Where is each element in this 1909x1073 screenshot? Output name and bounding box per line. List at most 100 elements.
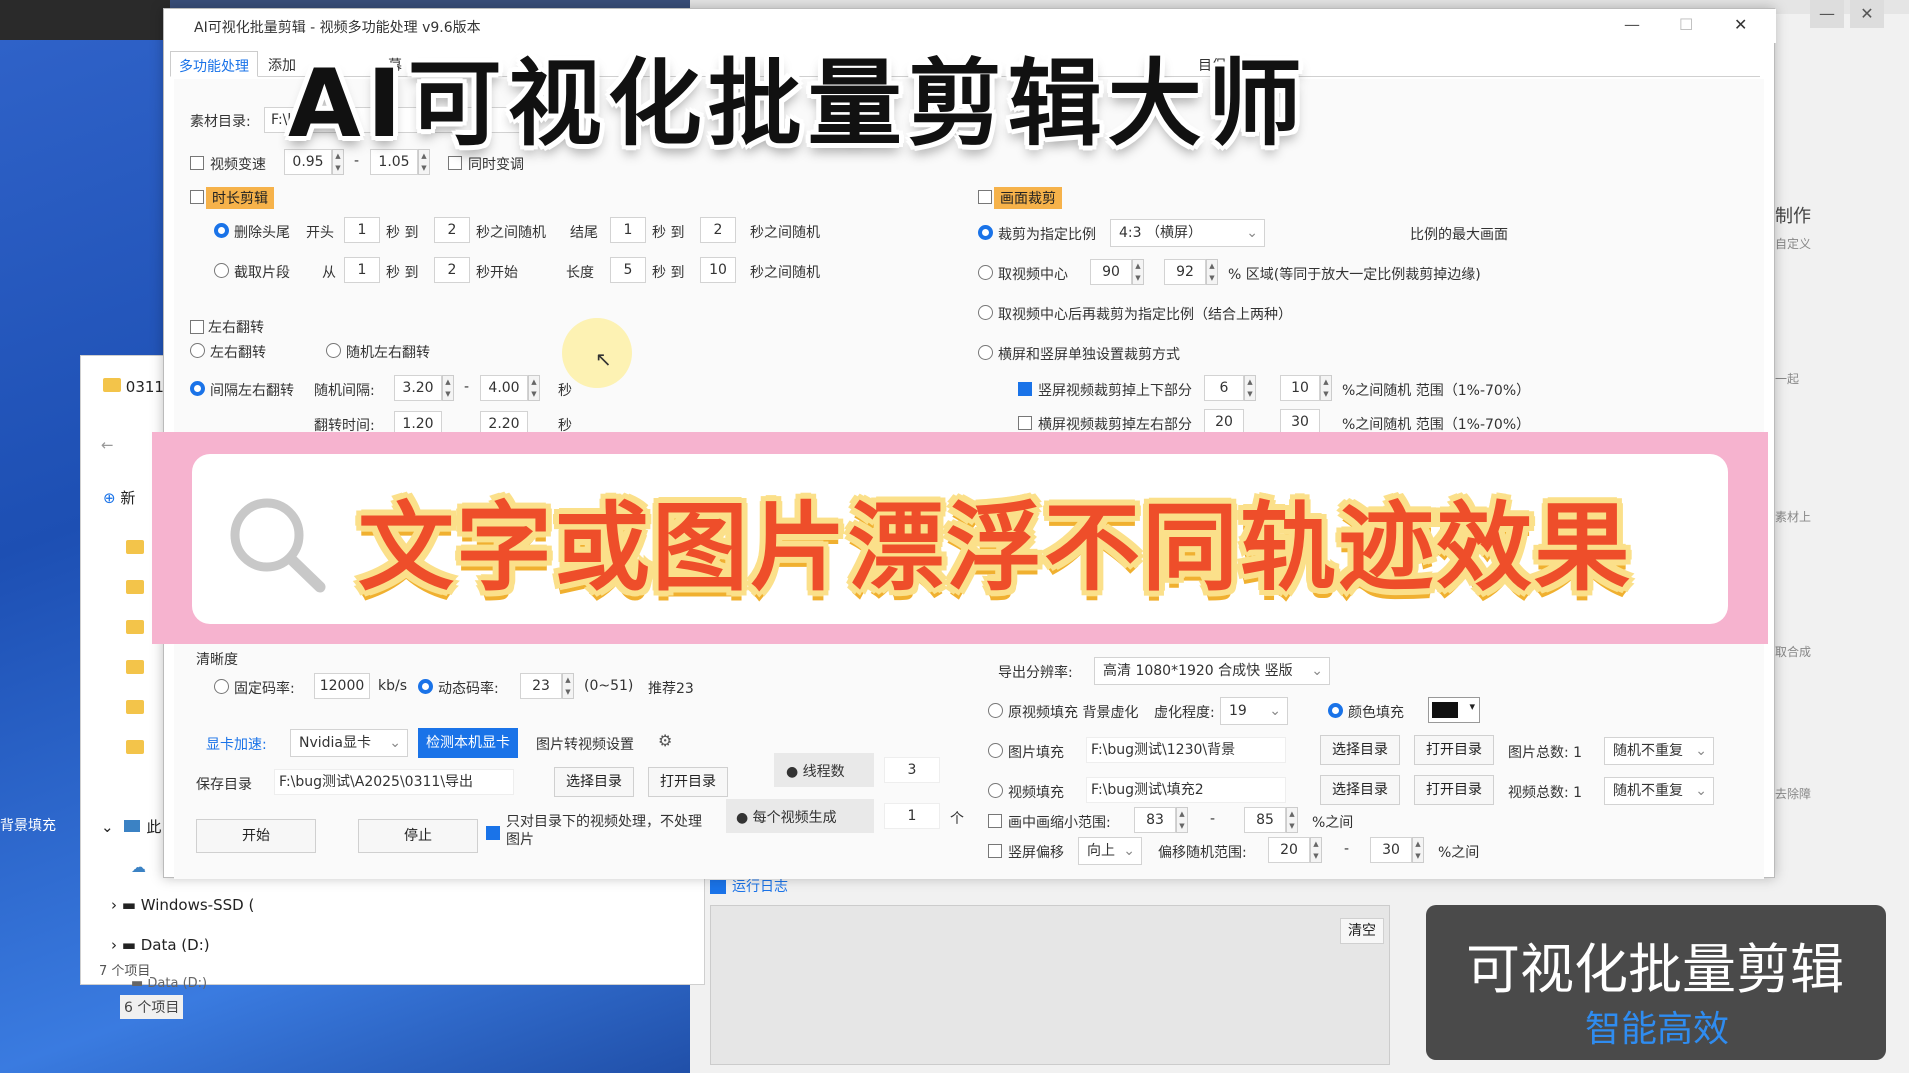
explorer-current-folder[interactable]: 0311 [103, 378, 164, 396]
head-min-input[interactable]: 1 [344, 217, 380, 243]
vertical-crop-checkbox[interactable] [1018, 381, 1032, 400]
image-fill-path[interactable]: F:\bug测试\1230\背景 [1086, 737, 1286, 763]
maximize-button[interactable]: ☐ [1679, 15, 1693, 34]
offset-checkbox[interactable] [988, 843, 1002, 862]
export-res-select[interactable]: 高清 1080*1920 合成快 竖版 ⌄ [1094, 657, 1330, 685]
close-button[interactable]: ✕ [1734, 15, 1747, 34]
vertical-min-spinner[interactable]: ▲ ▼ [1244, 375, 1256, 401]
offset-min-input[interactable]: 20 [1268, 837, 1310, 863]
video-fill-path[interactable]: F:\bug测试\填充2 [1086, 777, 1286, 803]
vertical-min-input[interactable]: 6 [1204, 375, 1244, 401]
offset-max-input[interactable]: 30 [1370, 837, 1412, 863]
minimize-button[interactable]: — [1624, 15, 1640, 34]
gear-icon[interactable]: ⚙ [658, 731, 672, 750]
folder-icon[interactable] [126, 579, 144, 598]
len-max-input[interactable]: 10 [700, 257, 736, 283]
crf-input[interactable]: 23 [520, 673, 562, 699]
pip-max-input[interactable]: 85 [1244, 807, 1286, 833]
dynamic-bitrate-radio[interactable] [418, 679, 433, 698]
stop-button[interactable]: 停止 [358, 819, 478, 853]
blur-level-select[interactable]: 19 ⌄ [1220, 697, 1288, 725]
choose-image-dir-button[interactable]: 选择目录 [1320, 735, 1400, 765]
video-order-select[interactable]: 随机不重复 ⌄ [1604, 777, 1714, 805]
threads-input[interactable]: 3 [884, 757, 940, 783]
background-close-button[interactable]: ✕ [1850, 0, 1884, 28]
flip-checkbox[interactable] [190, 319, 204, 338]
explorer-new-button[interactable]: ⊕ 新 [103, 487, 135, 508]
center-min-spinner[interactable]: ▲ ▼ [1132, 259, 1144, 285]
tail-max-input[interactable]: 2 [700, 217, 736, 243]
background-minimize-button[interactable]: — [1810, 0, 1844, 28]
video-fill-radio[interactable] [988, 783, 1003, 802]
image-to-video-settings[interactable]: 图片转视频设置 [536, 734, 634, 754]
folder-icon[interactable] [126, 699, 144, 718]
explorer-this-pc[interactable]: ⌄ 此 [101, 816, 161, 837]
color-picker[interactable]: ▾ [1428, 697, 1480, 723]
center-max-input[interactable]: 92 [1164, 259, 1206, 285]
explorer-drive-data[interactable]: › ▬ Data (D:) [111, 936, 210, 954]
speed-checkbox[interactable] [190, 155, 204, 174]
pip-checkbox[interactable] [988, 813, 1002, 832]
image-fill-radio[interactable] [988, 743, 1003, 762]
cloud-icon[interactable]: ☁ [131, 858, 146, 876]
folder-icon[interactable] [126, 539, 144, 558]
chevron-down-icon: ⌄ [1695, 743, 1707, 759]
random-flip-radio[interactable] [326, 343, 341, 362]
blur-fill-radio[interactable] [988, 703, 1003, 722]
offset-min-spinner[interactable]: ▲ ▼ [1310, 837, 1322, 863]
back-arrow-icon[interactable]: ← [101, 436, 114, 454]
explorer-drive-windows[interactable]: › ▬ Windows-SSD ( [111, 896, 254, 914]
head-max-input[interactable]: 2 [434, 217, 470, 243]
clear-log-button[interactable]: 清空 [1340, 918, 1384, 944]
duration-cut-checkbox[interactable] [190, 189, 204, 208]
interval-min-input[interactable]: 3.20 [394, 375, 442, 401]
interval-flip-radio[interactable] [190, 381, 205, 400]
only-dir-checkbox[interactable] [486, 825, 500, 844]
center-max-spinner[interactable]: ▲ ▼ [1206, 259, 1218, 285]
crop-ratio-select[interactable]: 4:3 （横屏） ⌄ [1110, 219, 1265, 247]
per-video-input[interactable]: 1 [884, 803, 940, 829]
folder-icon[interactable] [126, 619, 144, 638]
pip-max-spinner[interactable]: ▲ ▼ [1286, 807, 1298, 833]
crop-ratio-radio[interactable] [978, 225, 993, 244]
choose-video-dir-button[interactable]: 选择目录 [1320, 775, 1400, 805]
color-fill-radio[interactable] [1328, 703, 1343, 722]
interval-max-spinner[interactable]: ▲ ▼ [528, 375, 540, 401]
separate-crop-radio[interactable] [978, 345, 993, 364]
choose-save-dir-button[interactable]: 选择目录 [554, 767, 634, 797]
flip-radio[interactable] [190, 343, 205, 362]
center-crop-radio[interactable] [978, 265, 993, 284]
tab-multi-process[interactable]: 多功能处理 [170, 51, 258, 77]
pip-min-input[interactable]: 83 [1134, 807, 1176, 833]
detect-gpu-button[interactable]: 检测本机显卡 [418, 728, 518, 758]
offset-max-spinner[interactable]: ▲ ▼ [1412, 837, 1424, 863]
fixed-bitrate-radio[interactable] [214, 679, 229, 698]
crf-spinner[interactable]: ▲ ▼ [562, 673, 574, 699]
len-min-input[interactable]: 5 [610, 257, 646, 283]
open-save-dir-button[interactable]: 打开目录 [648, 767, 728, 797]
image-order-select[interactable]: 随机不重复 ⌄ [1604, 737, 1714, 765]
interval-max-input[interactable]: 4.00 [480, 375, 528, 401]
trim-head-tail-radio[interactable] [214, 223, 229, 242]
seg-start-min-input[interactable]: 1 [344, 257, 380, 283]
pip-min-spinner[interactable]: ▲ ▼ [1176, 807, 1188, 833]
crop-checkbox[interactable] [978, 189, 992, 208]
offset-dir-select[interactable]: 向上 ⌄ [1078, 837, 1142, 865]
vertical-max-spinner[interactable]: ▲ ▼ [1320, 375, 1332, 401]
log-area[interactable] [710, 905, 1390, 1065]
open-video-dir-button[interactable]: 打开目录 [1414, 775, 1494, 805]
gpu-select[interactable]: Nvidia显卡 ⌄ [290, 729, 408, 757]
bitrate-input[interactable]: 12000 [314, 673, 370, 699]
folder-icon[interactable] [126, 659, 144, 678]
center-ratio-radio[interactable] [978, 305, 993, 324]
folder-icon[interactable] [126, 739, 144, 758]
open-image-dir-button[interactable]: 打开目录 [1414, 735, 1494, 765]
save-dir-input[interactable]: F:\bug测试\A2025\0311\导出 [274, 769, 514, 795]
center-min-input[interactable]: 90 [1090, 259, 1132, 285]
tail-min-input[interactable]: 1 [610, 217, 646, 243]
clip-segment-radio[interactable] [214, 263, 229, 282]
vertical-max-input[interactable]: 10 [1280, 375, 1320, 401]
interval-min-spinner[interactable]: ▲ ▼ [442, 375, 454, 401]
seg-start-max-input[interactable]: 2 [434, 257, 470, 283]
start-button[interactable]: 开始 [196, 819, 316, 853]
